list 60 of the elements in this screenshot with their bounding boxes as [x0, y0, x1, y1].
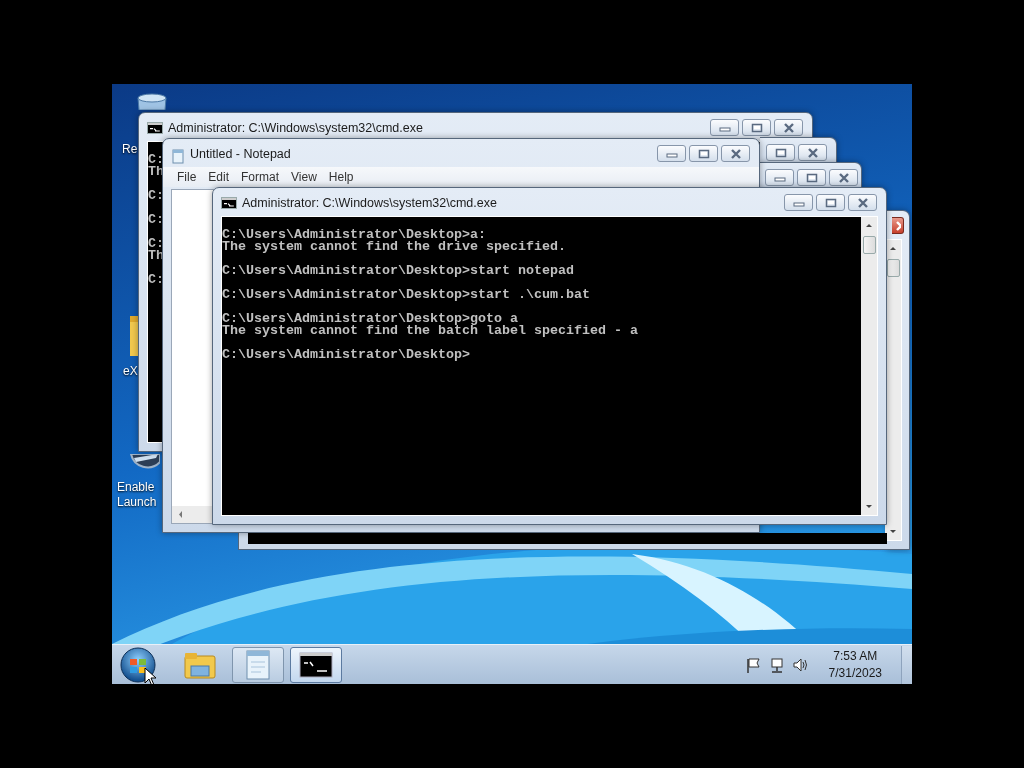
maximize-icon[interactable] — [774, 147, 787, 158]
menu-item[interactable]: Format — [235, 170, 286, 184]
console-line: The system cannot find the drive specified. — [222, 241, 566, 253]
maximize-button[interactable] — [816, 194, 845, 211]
console-line: C: — [148, 190, 164, 202]
close-icon[interactable] — [729, 148, 742, 159]
window-title: Administrator: C:\Windows\system32\cmd.exe — [242, 196, 498, 210]
console-line: C:\Users\Administrator\Desktop>goto a — [222, 313, 518, 325]
icon-label[interactable]: Enable Launch — [117, 480, 157, 510]
maximize-icon[interactable] — [750, 122, 763, 133]
maximize-icon[interactable] — [697, 148, 710, 159]
maximize-button[interactable] — [742, 119, 771, 136]
console-line: C:\Users\Administrator\Desktop>start .\cum.bat — [222, 289, 590, 301]
close-button[interactable] — [848, 194, 877, 211]
close-button[interactable] — [774, 119, 803, 136]
maximize-icon[interactable] — [824, 197, 837, 208]
console-icon — [147, 122, 163, 134]
maximize-button[interactable] — [689, 145, 718, 162]
recycle-bin-icon[interactable] — [134, 92, 170, 110]
console-line: The system cannot find the batch label specified - a — [222, 325, 638, 337]
close-button[interactable] — [798, 144, 827, 161]
menu-item[interactable]: Edit — [202, 170, 236, 184]
clock-date[interactable]: 7/31/2023 — [828, 664, 882, 682]
flag-icon[interactable] — [745, 656, 762, 673]
console-line: C:\Users\Administrator\Desktop> — [222, 349, 470, 361]
menu-item[interactable]: View — [285, 170, 323, 184]
console-line: C:\Users\Administrator\Desktop>a: — [222, 229, 486, 241]
network-icon[interactable] — [768, 656, 785, 673]
window-title: Untitled - Notepad — [190, 147, 292, 161]
window-title: Administrator: C:\Windows\system32\cmd.exe — [168, 121, 424, 135]
console-icon — [221, 197, 237, 209]
minimize-button[interactable] — [765, 169, 794, 186]
scroll-thumb[interactable] — [862, 236, 876, 254]
minimize-button[interactable] — [657, 145, 686, 162]
icon-label[interactable]: eX — [123, 364, 138, 379]
menu-item[interactable]: File — [171, 170, 203, 184]
console-line: C: — [148, 274, 164, 286]
menu-item[interactable]: Help — [322, 170, 360, 184]
icon-label[interactable]: Re — [122, 142, 138, 157]
cursor-icon — [144, 667, 158, 684]
maximize-button[interactable] — [766, 144, 795, 161]
minimize-button[interactable] — [710, 119, 739, 136]
close-icon[interactable] — [856, 197, 869, 208]
console-line: C: — [148, 154, 164, 166]
close-icon[interactable] — [782, 122, 795, 133]
close-icon[interactable] — [806, 147, 819, 158]
console-line: C: — [148, 238, 164, 250]
taskbar-button[interactable] — [290, 646, 342, 683]
close-button[interactable] — [721, 145, 750, 162]
minimize-button[interactable] — [784, 194, 813, 211]
scrollbar[interactable] — [861, 217, 877, 515]
close-button[interactable] — [829, 169, 858, 186]
maximize-icon[interactable] — [805, 172, 818, 183]
notepad-icon — [171, 148, 185, 164]
console-line: C: — [148, 214, 164, 226]
maximize-button[interactable] — [797, 169, 826, 186]
close-icon[interactable] — [837, 172, 850, 183]
clock-time[interactable]: 7:53 AM — [833, 647, 878, 665]
console-line: C:\Users\Administrator\Desktop>start notepad — [222, 265, 574, 277]
volume-icon[interactable] — [791, 656, 808, 673]
